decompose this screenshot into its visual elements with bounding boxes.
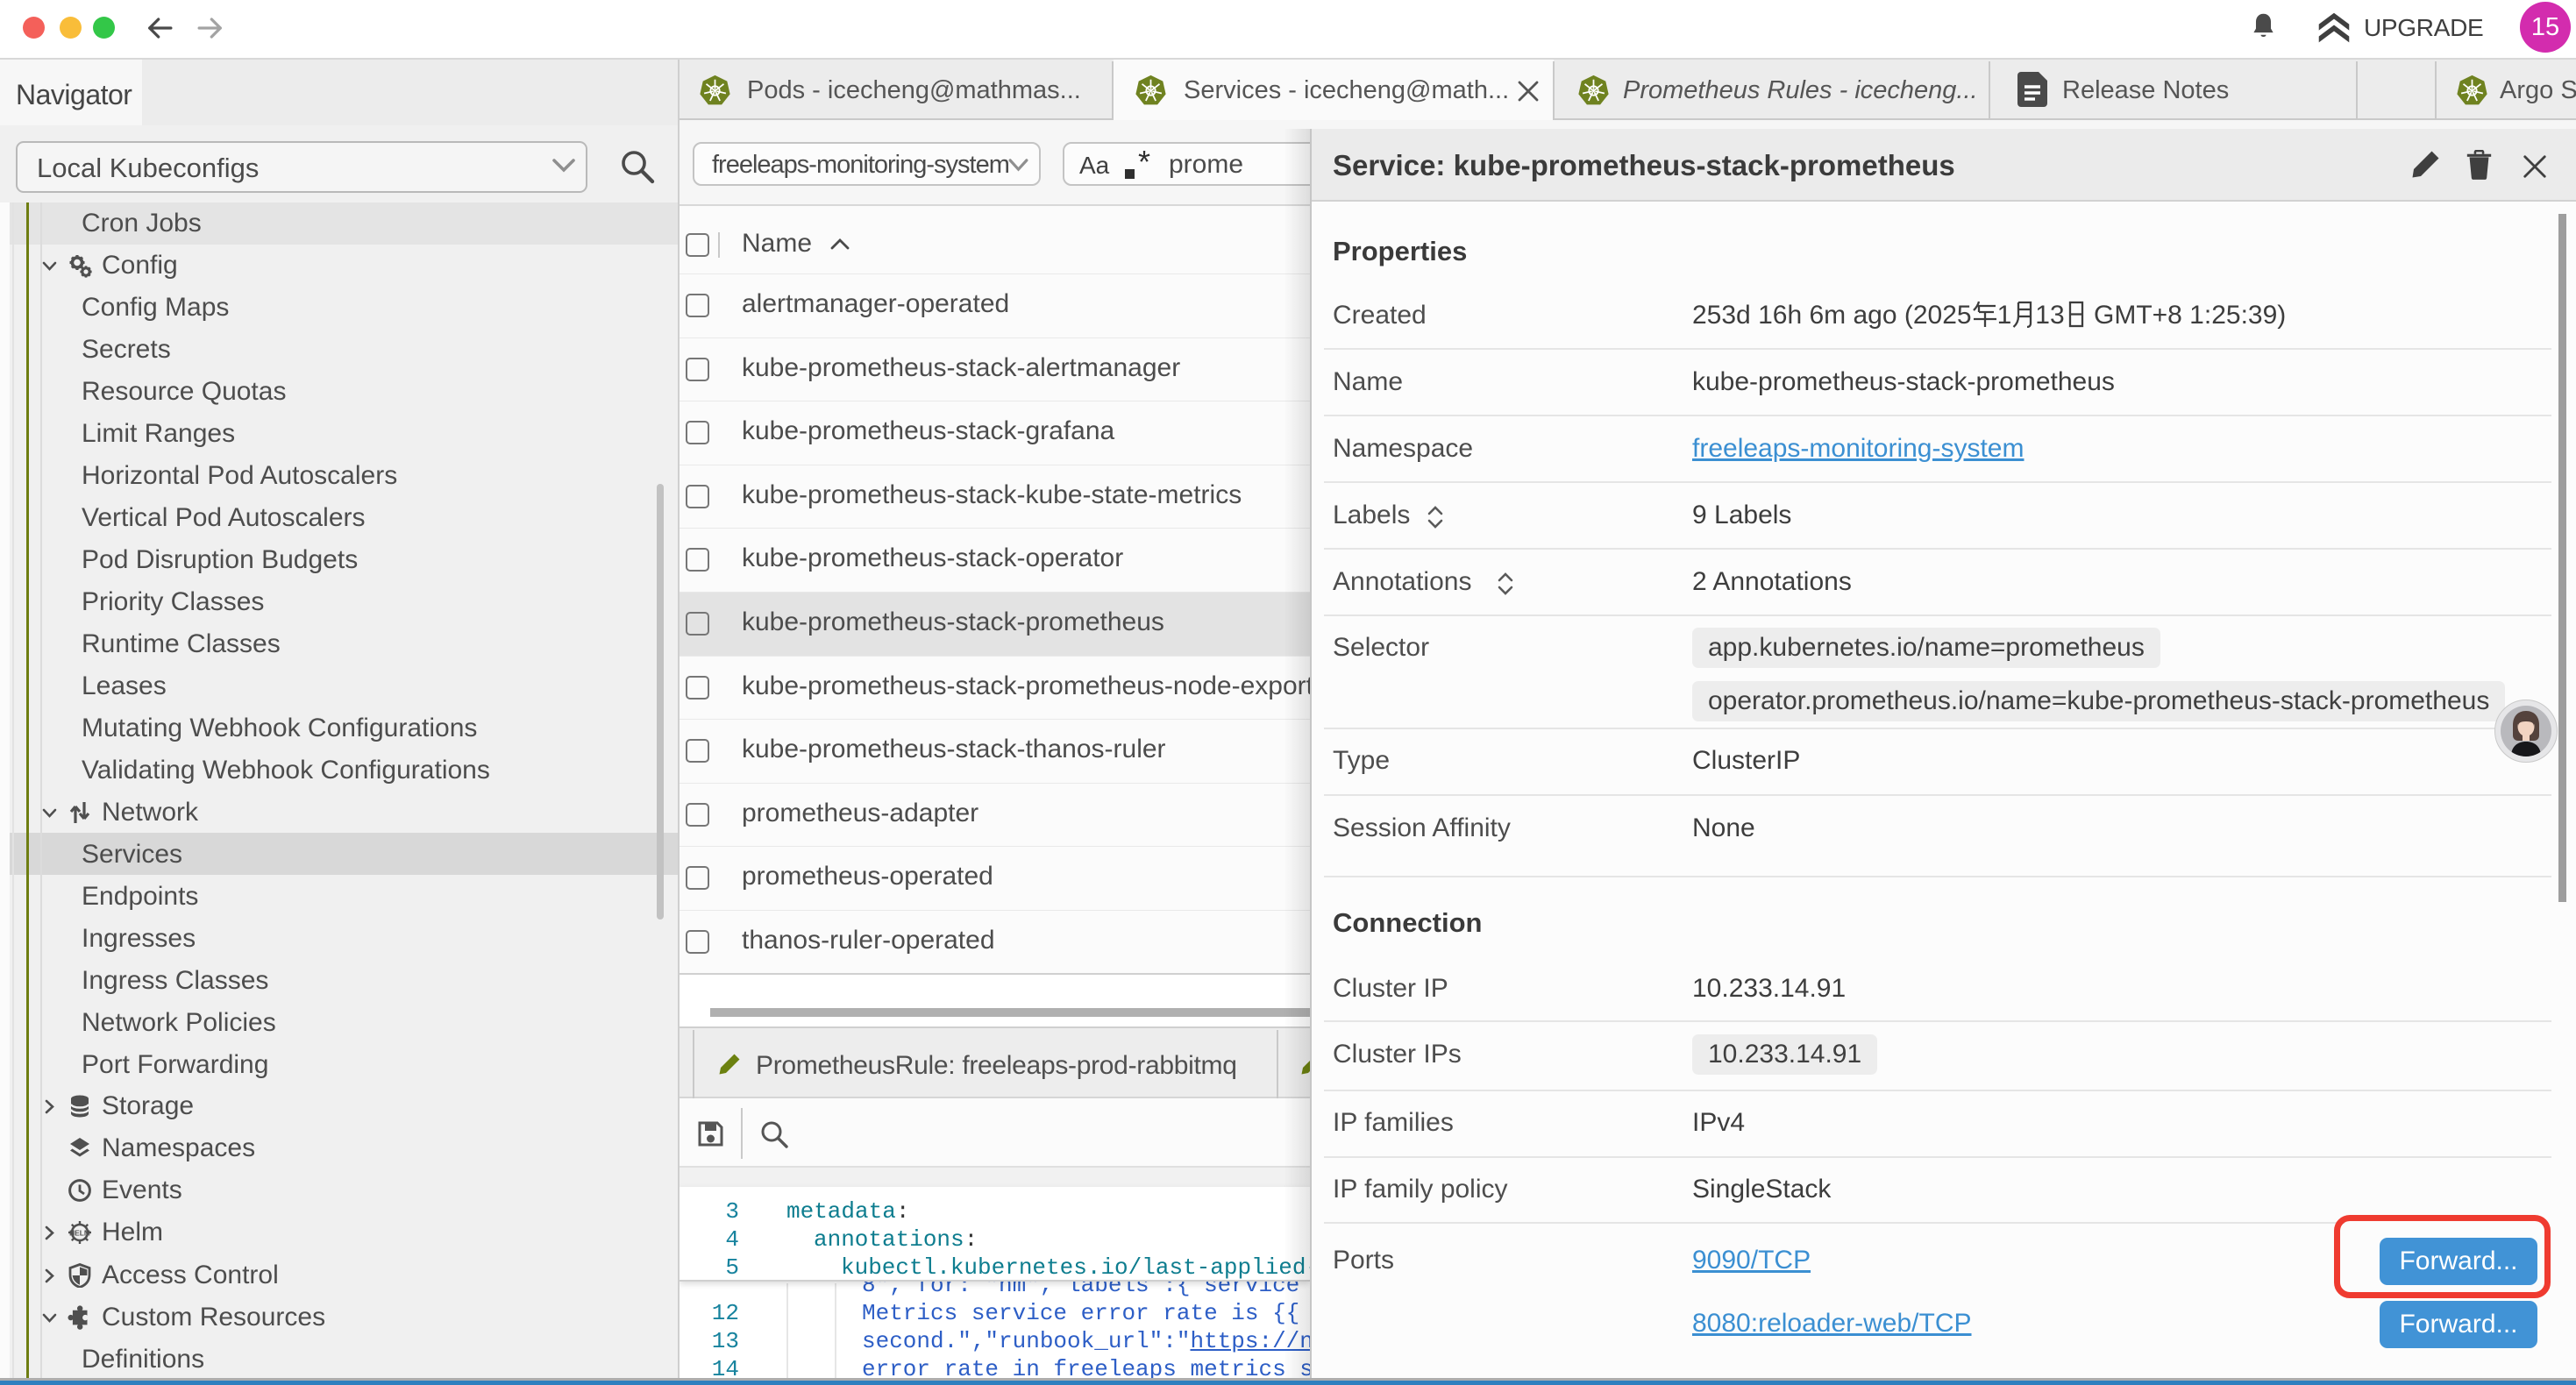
svg-text:HELM: HELM <box>69 1229 90 1238</box>
